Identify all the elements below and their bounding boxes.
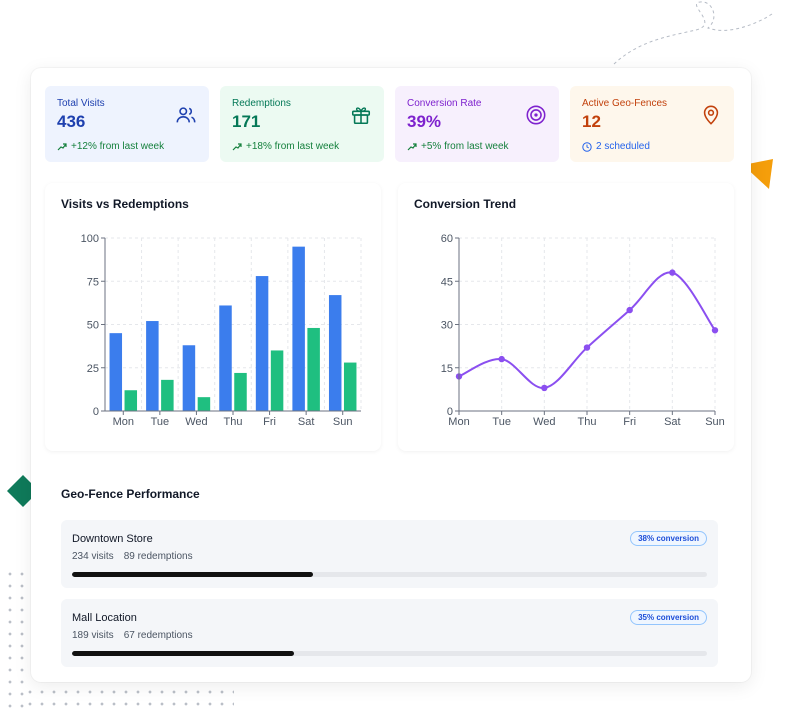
bar	[161, 379, 174, 411]
clock-icon	[582, 141, 592, 152]
conversion-trend-card: Conversion Trend 0 15 30 45 60 Mon Tue Wed Thu Fr…	[398, 183, 734, 451]
bar	[307, 327, 320, 411]
line-chart: 015304560Mon Tue Wed Thu Fri Sat Sun	[441, 233, 725, 428]
y-tick-label: 50	[87, 320, 99, 332]
progress-track	[72, 651, 707, 656]
x-tick-label: Thu	[578, 416, 597, 428]
bar	[182, 345, 196, 411]
y-tick-label: 45	[441, 276, 453, 288]
x-tick-label: Tue	[492, 416, 511, 428]
geo-fence-redemptions: 89 redemptions	[123, 551, 193, 562]
gift-icon	[351, 107, 371, 125]
stat-card-redemptions[interactable]: Redemptions 171 +18% from last week	[220, 86, 384, 162]
bar	[234, 372, 247, 411]
bar	[270, 350, 284, 411]
x-tick-label: Sat	[298, 416, 315, 428]
bar	[328, 295, 342, 411]
stat-change: +5% from last week	[407, 141, 547, 152]
geo-fence-name: Downtown Store	[72, 533, 153, 545]
y-tick-label: 60	[441, 233, 453, 245]
bar	[255, 276, 269, 411]
bar	[343, 362, 357, 411]
bar	[146, 321, 159, 411]
visits-vs-redemptions-card: Visits vs Redemptions 0 25 50 75 100 Mon Tue We…	[45, 183, 381, 451]
bar	[219, 305, 232, 411]
trend-up-icon	[57, 142, 67, 150]
bar	[124, 390, 138, 411]
conversion-badge: 38% conversion	[630, 531, 707, 546]
conversion-badge: 35% conversion	[630, 610, 707, 625]
trend-up-icon	[407, 142, 417, 150]
geo-fence-performance-title: Geo-Fence Performance	[61, 487, 200, 501]
users-icon	[176, 107, 196, 123]
progress-fill	[72, 572, 314, 577]
x-tick-label: Tue	[151, 416, 170, 428]
bar	[292, 246, 305, 411]
geo-fence-stats: 189 visits 67 redemptions	[72, 630, 193, 641]
x-tick-label: Sun	[333, 416, 353, 428]
x-tick-label: Sun	[705, 416, 725, 428]
map-pin-icon	[703, 105, 719, 125]
progress-track	[72, 572, 707, 577]
x-tick-label: Mon	[448, 416, 469, 428]
x-tick-label: Fri	[263, 416, 276, 428]
progress-fill	[72, 651, 295, 656]
stat-change: +12% from last week	[57, 141, 197, 152]
target-icon	[526, 105, 546, 125]
stat-card-conversion-rate[interactable]: Conversion Rate 39% +5% from last week	[395, 86, 559, 162]
bar	[109, 333, 123, 411]
y-tick-label: 0	[93, 406, 99, 418]
y-tick-label: 15	[441, 363, 453, 375]
data-point	[498, 355, 505, 363]
y-tick-label: 100	[81, 233, 99, 245]
data-point	[669, 269, 676, 276]
x-tick-label: Sat	[664, 416, 681, 428]
geo-fence-item-downtown-store[interactable]: Downtown Store 234 visits 89 redemptions …	[61, 520, 718, 588]
x-tick-label: Wed	[533, 416, 555, 428]
y-tick-label: 30	[441, 320, 453, 332]
stat-card-total-visits[interactable]: Total Visits 436 +12% from last week	[45, 86, 209, 162]
bar-chart: 0 25 50 75 100 Mon Tue Wed Thu Fri Sat Sun	[81, 233, 362, 428]
geo-fence-visits: 189 visits	[72, 630, 114, 641]
geo-fence-name: Mall Location	[72, 612, 137, 624]
x-tick-label: Thu	[224, 416, 243, 428]
x-tick-label: Fri	[623, 416, 636, 428]
geo-fence-redemptions: 67 redemptions	[123, 630, 193, 641]
bar	[197, 397, 211, 411]
x-tick-label: Mon	[113, 416, 134, 428]
y-tick-label: 25	[87, 363, 99, 375]
stat-change: +18% from last week	[232, 141, 372, 152]
dot-grid-decoration	[24, 686, 234, 713]
data-point	[541, 384, 548, 392]
stat-card-active-geo-fences[interactable]: Active Geo-Fences 12 2 scheduled	[570, 86, 734, 162]
data-point	[711, 327, 719, 334]
trend-up-icon	[232, 142, 242, 150]
geo-fence-visits: 234 visits	[72, 551, 114, 562]
stat-scheduled: 2 scheduled	[582, 141, 722, 152]
y-tick-label: 75	[87, 276, 99, 288]
geo-fence-stats: 234 visits 89 redemptions	[72, 551, 193, 562]
geo-fence-item-mall-location[interactable]: Mall Location 189 visits 67 redemptions 3…	[61, 599, 718, 667]
dashed-loop-decoration	[613, 1, 773, 65]
x-tick-label: Wed	[185, 416, 207, 428]
data-point	[626, 306, 633, 314]
data-point	[583, 344, 591, 351]
